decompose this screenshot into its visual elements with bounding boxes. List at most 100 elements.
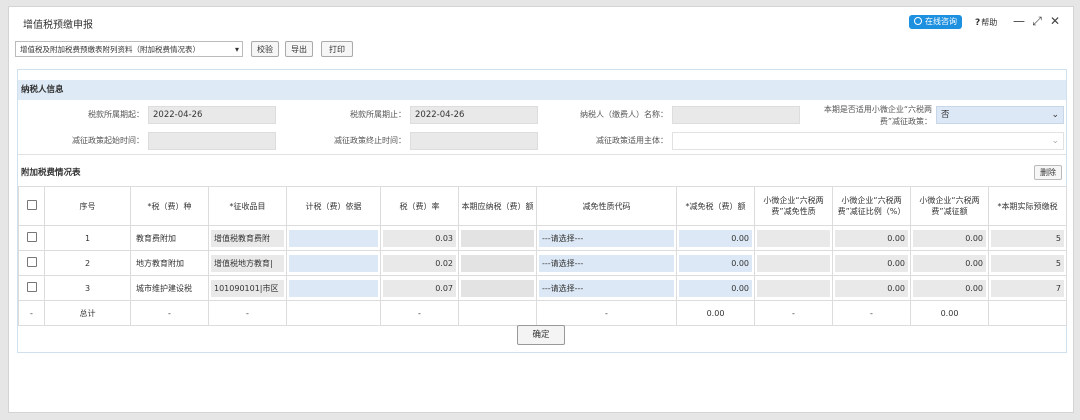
- form-panel: 纳税人信息 税款所属期起： 2022-04-26 税款所属期止： 2022-04…: [17, 69, 1067, 353]
- six-tax-amount-field: 0.00: [913, 229, 986, 247]
- col-reduction-amount: *减免税（费）额: [676, 186, 755, 226]
- row-checkbox[interactable]: [26, 282, 37, 292]
- period-start-label: 税款所属期起：: [88, 110, 144, 119]
- help-link[interactable]: ?帮助: [975, 17, 997, 28]
- maximize-icon[interactable]: ⤢: [1031, 15, 1043, 27]
- six-tax-policy-select[interactable]: 否 ⌄: [936, 106, 1064, 124]
- payable-field: [461, 279, 534, 297]
- row-basis: [286, 225, 381, 251]
- policy-end-field: [410, 132, 538, 150]
- row-reduced-amt: 0.00: [910, 275, 989, 301]
- basis-field[interactable]: [289, 254, 378, 272]
- form-select-value: 增值税及附加税费预缴表附列资料（附加税费情况表）: [20, 45, 200, 54]
- row-actual: 7: [988, 275, 1067, 301]
- item-field[interactable]: 101090101|市区: [211, 279, 284, 297]
- row-payable: [458, 250, 537, 276]
- taxpayer-name-label: 纳税人（缴费人）名称：: [580, 110, 668, 119]
- surcharge-section-title: 附加税费情况表: [21, 168, 81, 178]
- export-button[interactable]: 导出: [285, 41, 313, 57]
- total-dash: -: [380, 300, 459, 326]
- row-select: [18, 250, 45, 276]
- row-ratio: 0.00: [832, 275, 911, 301]
- row-tax-type: 地方教育附加: [130, 250, 209, 276]
- table-row: 3 城市维护建设税 101090101|市区 0.07 ---请选择--- 0.…: [18, 275, 1067, 301]
- six-tax-nature-field: [757, 254, 830, 272]
- row-actual: 5: [988, 250, 1067, 276]
- total-dash: -: [754, 300, 833, 326]
- six-tax-ratio-field: 0.00: [835, 279, 908, 297]
- taxpayer-row-2: 减征政策起始时间： 减征政策终止时间： 减征政策适用主体： ⌄: [18, 128, 1066, 155]
- col-six-tax-amount: 小微企业“六税两费”减征额: [910, 186, 989, 226]
- chevron-down-icon: ⌄: [1051, 110, 1059, 120]
- rate-field: 0.07: [383, 279, 456, 297]
- reduction-amount-field[interactable]: 0.00: [679, 229, 752, 247]
- row-reduce: 0.00: [676, 225, 755, 251]
- table-header-row: 序号 *税（费）种 *征收品目 计税（费）依据 税（费）率 本期应纳税（费）额 …: [18, 186, 1067, 226]
- item-field[interactable]: 增值税教育费附: [211, 229, 284, 247]
- row-payable: [458, 275, 537, 301]
- col-basis: 计税（费）依据: [286, 186, 381, 226]
- select-all-checkbox[interactable]: [26, 199, 37, 210]
- help-label: 帮助: [981, 18, 998, 27]
- actual-prepaid-field: 5: [991, 254, 1064, 272]
- row-ratio: 0.00: [832, 225, 911, 251]
- row-checkbox[interactable]: [26, 232, 37, 242]
- validate-button[interactable]: 校验: [251, 41, 279, 57]
- surcharge-section-header: 附加税费情况表 删除: [18, 162, 1066, 184]
- delete-button[interactable]: 删除: [1034, 165, 1062, 180]
- row-six-nature: [754, 275, 833, 301]
- print-button[interactable]: 打印: [321, 41, 353, 57]
- row-reduced-amt: 0.00: [910, 225, 989, 251]
- row-basis: [286, 250, 381, 276]
- basis-field[interactable]: [289, 279, 378, 297]
- row-reduce: 0.00: [676, 250, 755, 276]
- taxpayer-row-1: 税款所属期起： 2022-04-26 税款所属期止： 2022-04-26 纳税…: [18, 102, 1066, 129]
- period-end-label: 税款所属期止：: [350, 110, 406, 119]
- row-tax-type: 教育费附加: [130, 225, 209, 251]
- policy-start-label: 减征政策起始时间：: [72, 136, 144, 145]
- chat-icon: [914, 17, 922, 25]
- row-six-nature: [754, 250, 833, 276]
- row-code: ---请选择---: [536, 275, 677, 301]
- reduction-code-select[interactable]: ---请选择---: [539, 279, 674, 297]
- total-row: - 总计 - - - - 0.00 - - 0.00: [18, 300, 1067, 326]
- row-item: 增值税地方教育|: [208, 250, 287, 276]
- col-tax-type: *税（费）种: [130, 186, 209, 226]
- total-dash: -: [18, 300, 45, 326]
- confirm-button[interactable]: 确定: [517, 325, 565, 345]
- online-help-button[interactable]: 在线咨询: [909, 15, 962, 29]
- six-tax-policy-label: 本期是否适用小微企业“六税两费”减征政策：: [823, 105, 932, 126]
- reduction-amount-field[interactable]: 0.00: [679, 279, 752, 297]
- taxpayer-section-title: 纳税人信息: [18, 80, 1066, 100]
- minimize-icon[interactable]: —: [1013, 15, 1025, 27]
- reduction-amount-field[interactable]: 0.00: [679, 254, 752, 272]
- period-end-field: 2022-04-26: [410, 106, 538, 124]
- total-dash: -: [536, 300, 677, 326]
- reduction-code-select[interactable]: ---请选择---: [539, 229, 674, 247]
- col-actual-prepaid: *本期实际预缴税: [988, 186, 1067, 226]
- select-all-header: [18, 186, 45, 226]
- total-basis: [286, 300, 381, 326]
- six-tax-nature-field: [757, 279, 830, 297]
- table-row: 2 地方教育附加 增值税地方教育| 0.02 ---请选择--- 0.00 0.…: [18, 250, 1067, 276]
- tax-type-value: 城市维护建设税: [136, 283, 192, 293]
- row-code: ---请选择---: [536, 250, 677, 276]
- taxpayer-name-field: [672, 106, 800, 124]
- six-tax-amount-field: 0.00: [913, 254, 986, 272]
- row-no: 3: [44, 275, 131, 301]
- six-tax-policy-value: 否: [941, 110, 950, 120]
- row-checkbox[interactable]: [26, 257, 37, 267]
- six-tax-ratio-field: 0.00: [835, 254, 908, 272]
- close-icon[interactable]: ✕: [1049, 15, 1061, 27]
- policy-subject-label: 减征政策适用主体：: [596, 136, 668, 145]
- total-reduced-amt: 0.00: [910, 300, 989, 326]
- form-select[interactable]: 增值税及附加税费预缴表附列资料（附加税费情况表） ▾: [15, 41, 243, 57]
- row-rate: 0.07: [380, 275, 459, 301]
- reduction-code-select[interactable]: ---请选择---: [539, 254, 674, 272]
- col-item: *征收品目: [208, 186, 287, 226]
- row-item: 增值税教育费附: [208, 225, 287, 251]
- basis-field[interactable]: [289, 229, 378, 247]
- policy-subject-select[interactable]: ⌄: [672, 132, 1064, 150]
- payable-field: [461, 254, 534, 272]
- item-field[interactable]: 增值税地方教育|: [211, 254, 284, 272]
